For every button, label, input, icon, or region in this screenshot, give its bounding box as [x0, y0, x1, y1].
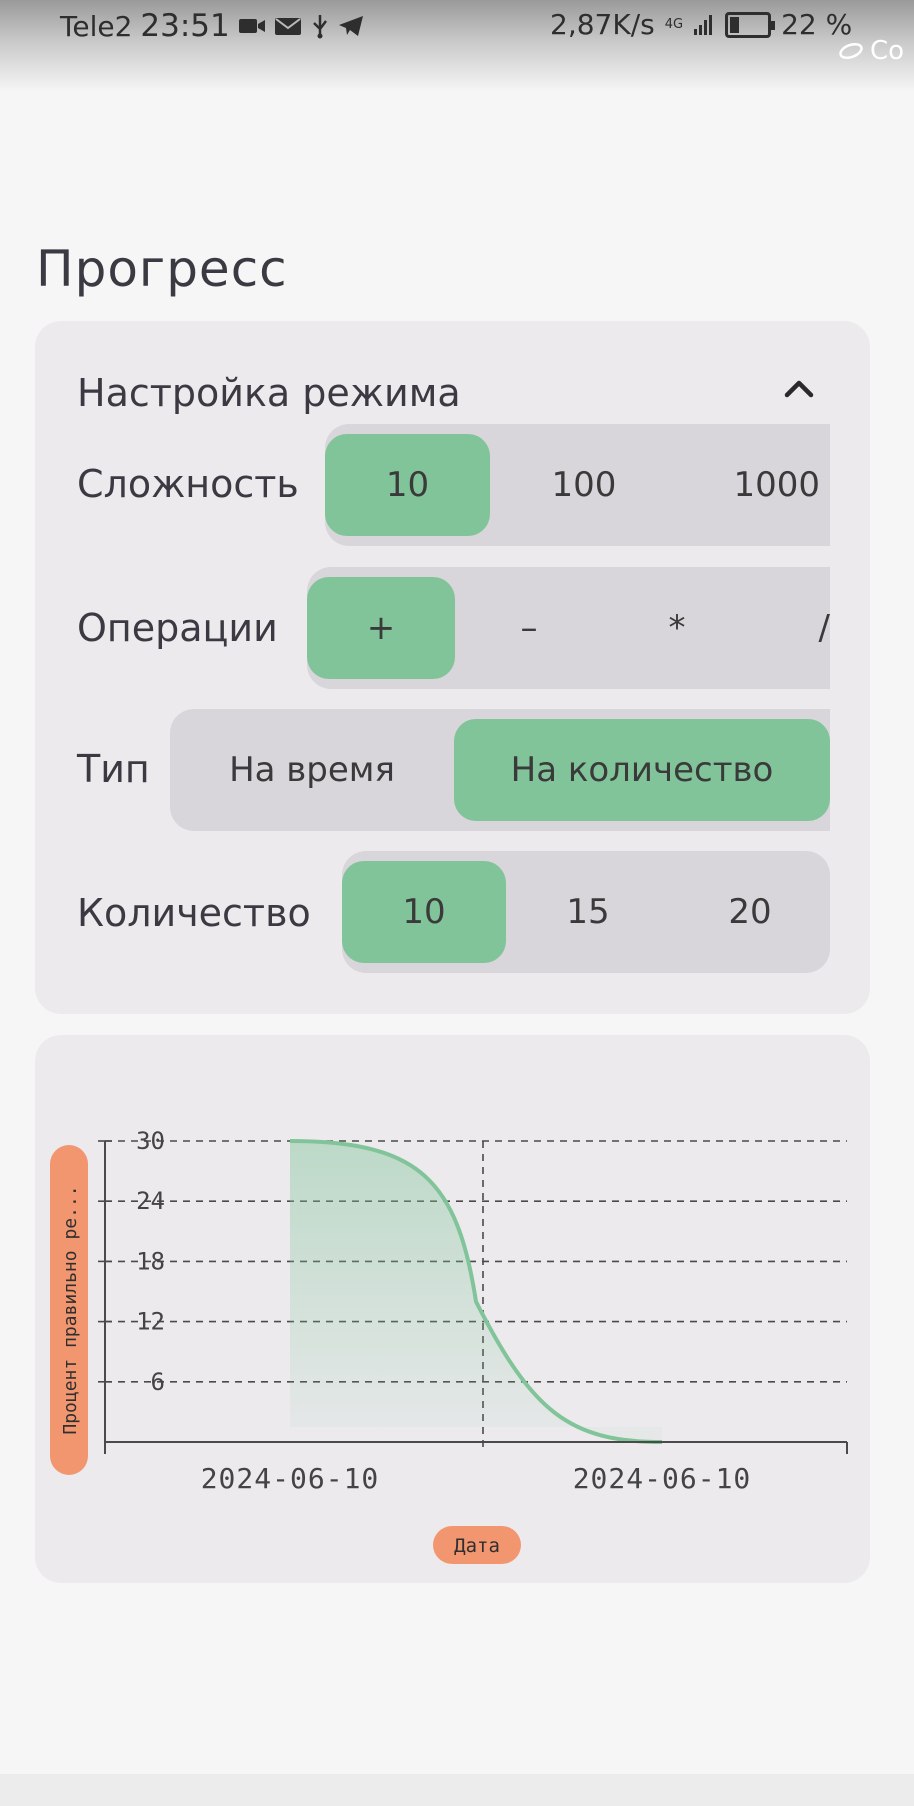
difficulty-option-100[interactable]: 100	[490, 424, 678, 546]
carrier-label: Tele2	[60, 9, 133, 43]
status-bar-right: 2,87K/s 4G 22 %	[550, 8, 852, 41]
status-bar-edge: Co	[838, 36, 904, 66]
mail-icon	[274, 18, 301, 35]
navigation-bar	[0, 1774, 914, 1806]
operation-divide[interactable]: /	[751, 567, 830, 689]
difficulty-option-1000[interactable]: 1000	[678, 424, 830, 546]
operation-plus[interactable]: +	[307, 577, 455, 679]
difficulty-selector: 10 100 1000	[325, 424, 830, 546]
y-tick-label-12: 12	[136, 1308, 165, 1336]
quantity-option-20[interactable]: 20	[670, 851, 830, 973]
video-icon	[238, 19, 265, 33]
usb-icon	[312, 15, 327, 39]
operations-label: Операции	[77, 606, 278, 650]
difficulty-option-10[interactable]: 10	[325, 434, 490, 536]
status-bar: Tele2 23:51 2,87K/s 4G 22 % Co	[0, 0, 914, 92]
page-title: Прогресс	[36, 240, 288, 298]
operation-multiply[interactable]: *	[603, 567, 751, 689]
net-speed: 2,87K/s	[550, 8, 655, 41]
x-tick-label-0: 2024-06-10	[201, 1462, 380, 1495]
type-option-time[interactable]: На время	[170, 709, 454, 831]
telegram-icon	[338, 16, 363, 36]
settings-card: Настройка режима Сложность 10 100 1000 О…	[35, 321, 870, 1014]
x-axis-label: Дата	[454, 1535, 500, 1557]
x-tick-label-1: 2024-06-10	[573, 1462, 752, 1495]
type-label: Тип	[77, 747, 150, 791]
y-axis-label-badge: Процент правильно ре...	[50, 1145, 88, 1475]
progress-chart: 6 12 18 24 30 2024-06-10 2024-06-10 Процент пра…	[50, 1127, 848, 1564]
y-tick-label-18: 18	[136, 1247, 165, 1275]
type-selector: На время На количество	[170, 709, 830, 831]
leaf-icon	[839, 42, 863, 60]
quantity-selector: 10 15 20	[342, 851, 830, 973]
y-axis-label: Процент правильно ре...	[60, 1185, 81, 1434]
clock: 23:51	[140, 8, 230, 44]
chart-card: 6 12 18 24 30 2024-06-10 2024-06-10 Процент пра…	[35, 1035, 870, 1583]
quantity-label: Количество	[77, 891, 311, 935]
y-tick-label-6: 6	[151, 1368, 165, 1396]
y-tick-label-30: 30	[136, 1127, 165, 1155]
status-bar-left: Tele2 23:51	[60, 8, 364, 44]
x-axis-label-badge: Дата	[433, 1526, 521, 1564]
operations-selector: + – * /	[307, 567, 830, 689]
signal-icon	[694, 14, 713, 35]
quantity-option-15[interactable]: 15	[506, 851, 670, 973]
type-option-count[interactable]: На количество	[454, 719, 830, 821]
battery-icon	[725, 11, 776, 38]
settings-title: Настройка режима	[77, 371, 461, 415]
quantity-option-10[interactable]: 10	[342, 861, 506, 963]
network-type: 4G	[664, 17, 684, 32]
chevron-up-icon[interactable]	[779, 373, 819, 403]
operation-minus[interactable]: –	[455, 567, 603, 689]
difficulty-label: Сложность	[77, 462, 299, 506]
edge-text: Co	[870, 36, 905, 66]
y-tick-label-24: 24	[136, 1187, 165, 1215]
